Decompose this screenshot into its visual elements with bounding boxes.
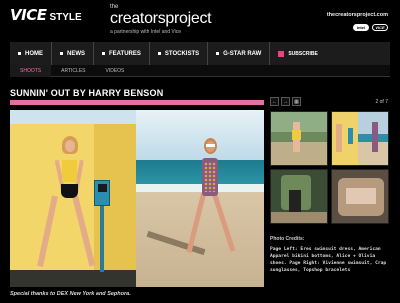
payphone-screen bbox=[98, 184, 107, 192]
main-photo-left[interactable] bbox=[10, 110, 136, 287]
model-bikini-bottom bbox=[61, 184, 78, 198]
nav-item-label: NEWS bbox=[67, 50, 85, 57]
photo-credits-text: Page Left: Eres swimsuit dress, American… bbox=[270, 247, 387, 273]
sub-nav: SHOOTS ARTICLES VIDEOS bbox=[10, 64, 390, 77]
site-header: VICE STYLE the creatorsproject a partner… bbox=[0, 0, 400, 42]
next-arrow-icon[interactable]: → bbox=[281, 97, 290, 106]
photo-ground bbox=[10, 270, 136, 287]
nav-bullet-icon bbox=[18, 52, 21, 55]
vice-partner-logo[interactable]: VICE bbox=[372, 24, 388, 31]
title-underline-bar bbox=[10, 100, 264, 105]
payphone-pole bbox=[100, 206, 104, 272]
nav-item-news[interactable]: NEWS bbox=[52, 42, 94, 65]
photo-credits-label: Photo Credits: bbox=[270, 236, 305, 242]
swimsuit-pattern bbox=[204, 162, 216, 192]
vice-style-logo[interactable]: VICE STYLE bbox=[10, 6, 82, 24]
creators-title: creatorsproject bbox=[110, 10, 212, 27]
subscribe-icon bbox=[278, 50, 285, 57]
main-nav: HOME NEWS FEATURES STOCKISTS G-STAR RAW … bbox=[10, 42, 390, 65]
gallery-thumbnail[interactable] bbox=[270, 169, 328, 224]
subscribe-label: SUBSCRIBE bbox=[288, 50, 318, 57]
special-thanks-caption: Special thanks to DEX New York and Sepho… bbox=[10, 291, 131, 297]
tab-videos[interactable]: VIDEOS bbox=[96, 65, 135, 77]
payphone bbox=[94, 180, 110, 206]
gallery-controls: ← → ▦ bbox=[270, 97, 301, 106]
nav-bullet-icon bbox=[60, 52, 63, 55]
gallery-thumbnail[interactable] bbox=[331, 111, 389, 166]
gallery-thumbnail[interactable] bbox=[331, 169, 389, 224]
partner-logos: intel VICE bbox=[353, 24, 388, 31]
nav-bullet-icon bbox=[216, 52, 220, 55]
nav-item-home[interactable]: HOME bbox=[10, 42, 52, 65]
nav-item-stockists[interactable]: STOCKISTS bbox=[150, 42, 209, 65]
style-logo-word: STYLE bbox=[49, 12, 82, 23]
gallery-page-count: 2 of 7 bbox=[375, 99, 388, 105]
nav-item-label: FEATURES bbox=[109, 50, 141, 57]
creators-project-logo[interactable]: the creatorsproject a partnership with I… bbox=[110, 4, 212, 35]
nav-bullet-icon bbox=[157, 52, 161, 55]
grid-view-icon[interactable]: ▦ bbox=[292, 97, 301, 106]
nav-bullet-icon bbox=[102, 52, 105, 55]
intel-logo[interactable]: intel bbox=[353, 24, 369, 31]
model-yellow-top bbox=[62, 160, 77, 182]
partnership-tagline: a partnership with Intel and Vice bbox=[110, 29, 182, 35]
prev-arrow-icon[interactable]: ← bbox=[270, 97, 279, 106]
nav-item-label: G-STAR RAW bbox=[223, 50, 262, 57]
nav-item-label: HOME bbox=[25, 50, 43, 57]
subscribe-button[interactable]: SUBSCRIBE bbox=[270, 42, 325, 65]
site-url-link[interactable]: thecreatorsproject.com bbox=[327, 12, 388, 18]
main-photo-right[interactable] bbox=[136, 110, 264, 287]
vice-logo: VICE bbox=[10, 6, 47, 24]
tab-articles[interactable]: ARTICLES bbox=[51, 65, 95, 77]
page-title: SUNNIN' OUT BY HARRY BENSON bbox=[10, 88, 164, 98]
nav-item-g-star-raw[interactable]: G-STAR RAW bbox=[208, 42, 271, 65]
model-sunglasses bbox=[206, 144, 215, 147]
nav-item-features[interactable]: FEATURES bbox=[94, 42, 150, 65]
nav-item-label: STOCKISTS bbox=[164, 50, 200, 57]
tab-shoots[interactable]: SHOOTS bbox=[10, 64, 52, 77]
model-face bbox=[65, 140, 75, 152]
gallery-thumbnail[interactable] bbox=[270, 111, 328, 166]
